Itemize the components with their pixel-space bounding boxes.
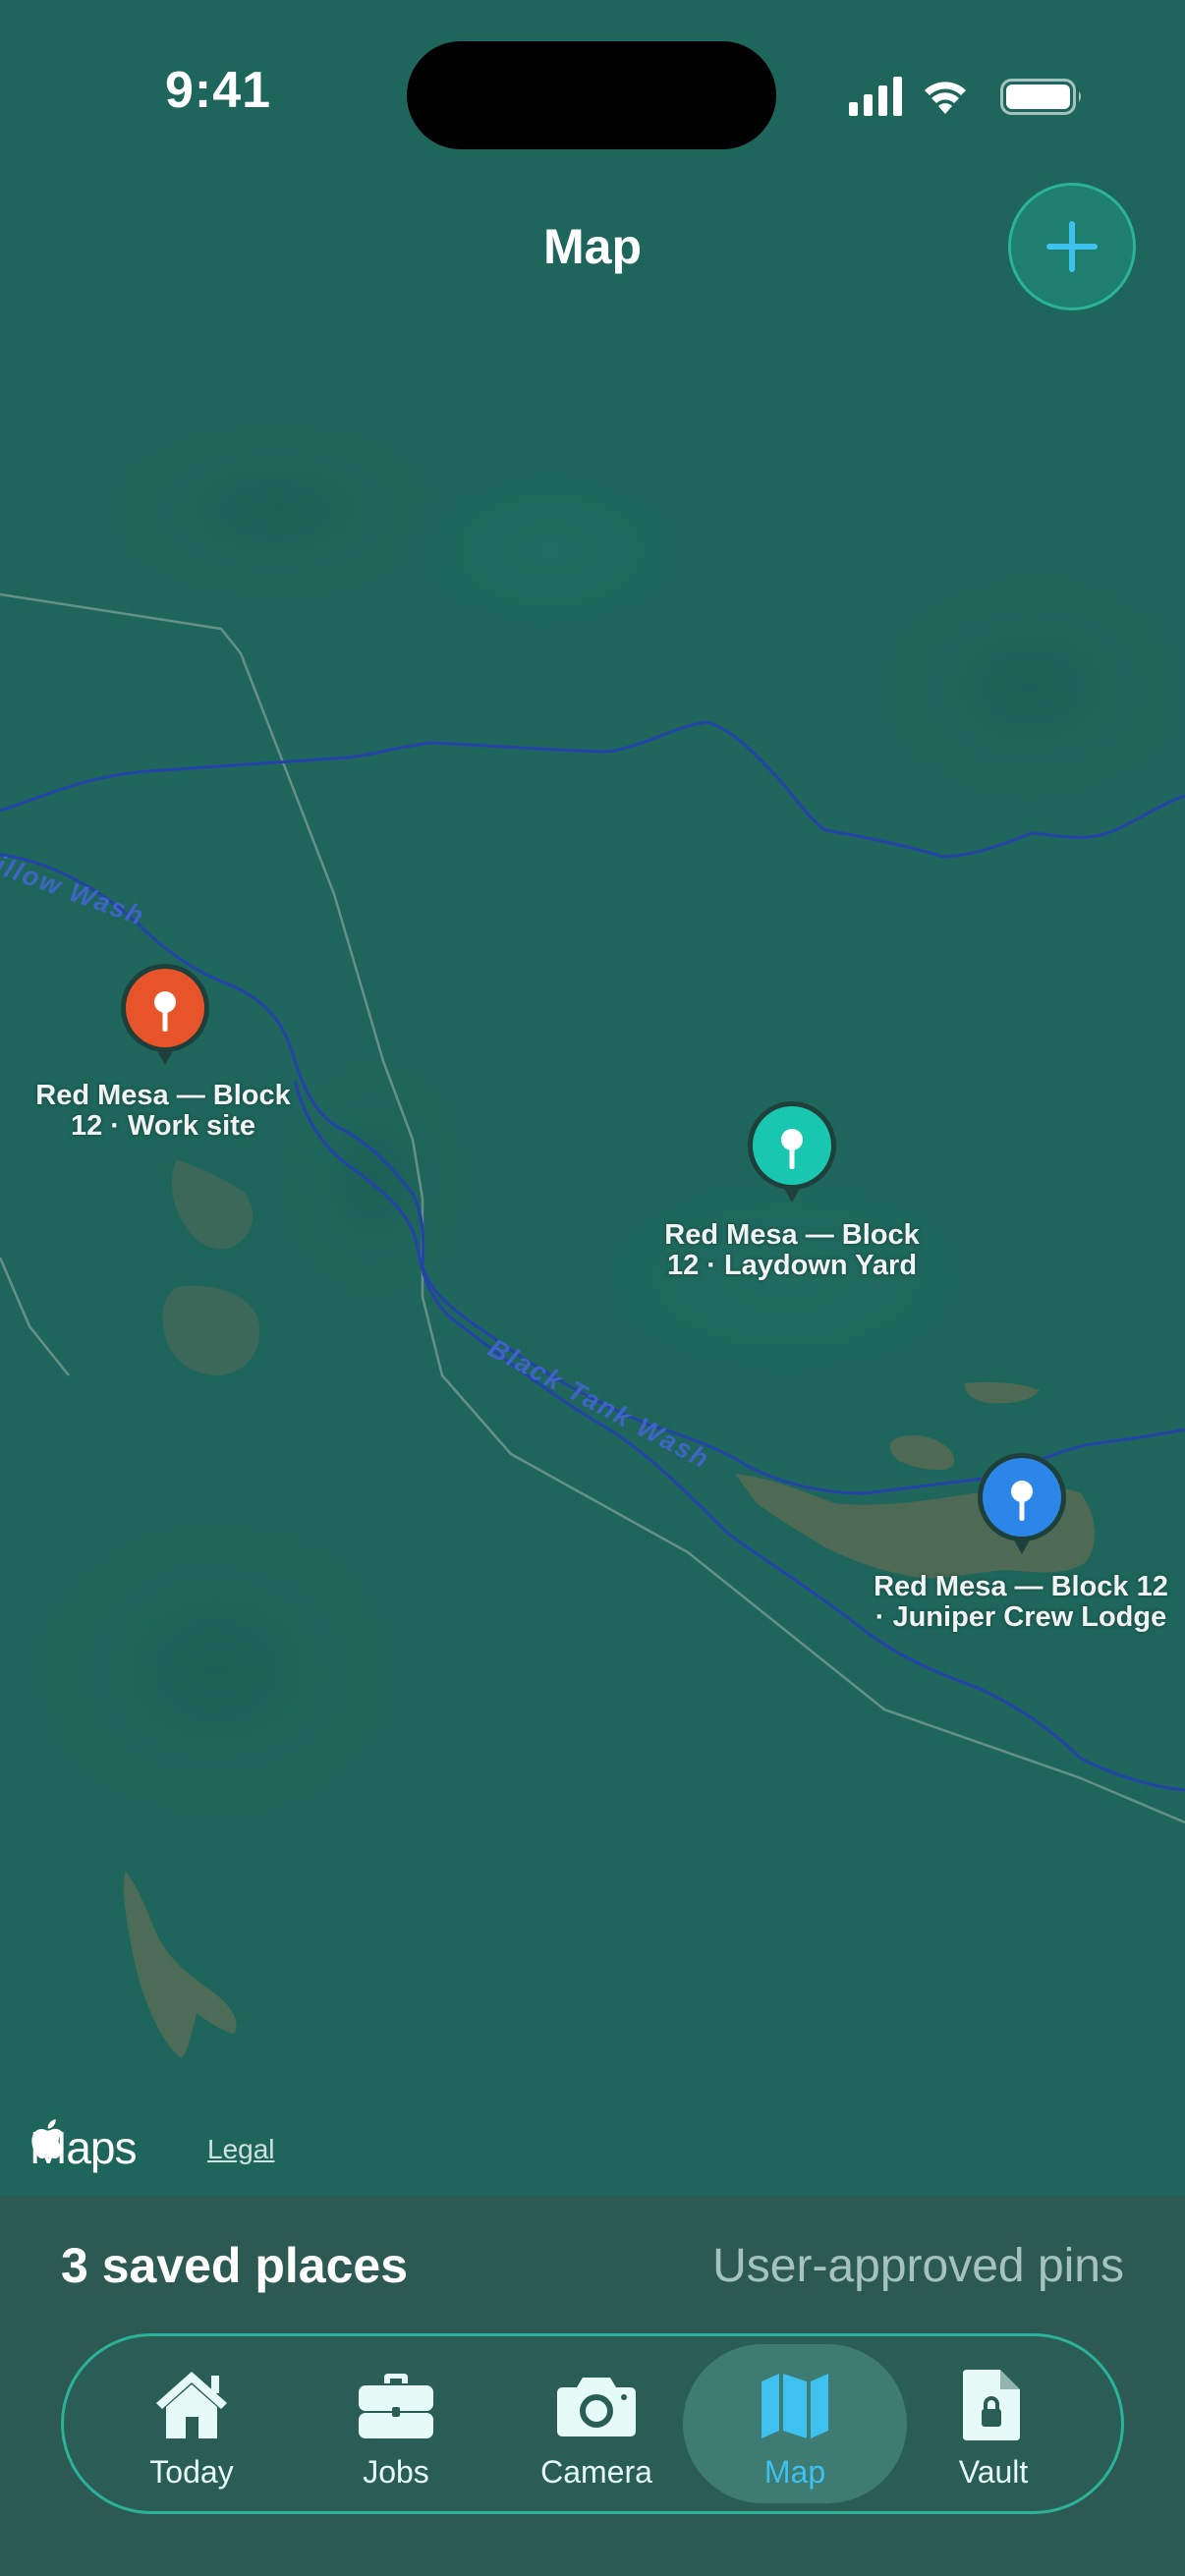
pin-icon <box>978 1453 1066 1554</box>
tab-today[interactable]: Today <box>80 2344 304 2503</box>
pin-label-line: Red Mesa — Block 12 <box>874 1571 1168 1602</box>
camera-icon <box>557 2378 636 2436</box>
map-pin-work-site[interactable] <box>120 963 210 1067</box>
pin-label-line: · Juniper Crew Lodge <box>875 1601 1167 1633</box>
house-icon <box>156 2372 227 2438</box>
pin-label-juniper-crew-lodge: Red Mesa — Block 12 · Juniper Crew Lodge <box>861 1572 1181 1633</box>
cellular-signal-icon <box>849 77 902 116</box>
tab-vault[interactable]: Vault <box>881 2344 1105 2503</box>
pin-icon <box>748 1101 836 1203</box>
tab-label: Map <box>763 2454 826 2490</box>
saved-places-count: 3 saved places <box>61 2238 409 2293</box>
map-pin-laydown-yard[interactable] <box>747 1100 837 1204</box>
plus-icon <box>1046 221 1098 272</box>
pin-label-work-site: Red Mesa — Block 12 · Work site <box>20 1081 307 1142</box>
map-pin-juniper-crew-lodge[interactable] <box>977 1452 1067 1556</box>
tab-map[interactable]: Map <box>683 2344 907 2503</box>
legal-link[interactable]: Legal <box>207 2134 275 2165</box>
apple-logo-icon <box>31 2119 64 2159</box>
briefcase-icon <box>359 2374 433 2438</box>
pin-label-line: 12 · Laydown Yard <box>666 1250 918 1281</box>
status-icons <box>849 77 1081 116</box>
wifi-icon <box>925 82 966 114</box>
map-icon <box>762 2374 828 2438</box>
status-time: 9:41 <box>165 62 272 119</box>
screen: illow Wash Black Tank Wash Red Mesa — Bl… <box>0 0 1185 2576</box>
tab-label: Vault <box>958 2454 1029 2490</box>
dynamic-island <box>407 41 776 149</box>
pins-caption: User-approved pins <box>712 2240 1124 2292</box>
document-lock-icon <box>963 2370 1020 2440</box>
maps-attribution: Maps <box>29 2118 137 2177</box>
bottom-sheet: 3 saved places User-approved pins Today <box>0 2196 1185 2576</box>
tab-camera[interactable]: Camera <box>484 2344 708 2503</box>
tab-label: Jobs <box>363 2454 429 2490</box>
add-place-button[interactable] <box>1008 183 1136 310</box>
pin-label-line: 12 · Work site <box>70 1110 256 1142</box>
battery-icon <box>1000 79 1081 115</box>
pin-icon <box>121 964 209 1065</box>
tab-jobs[interactable]: Jobs <box>284 2344 508 2503</box>
tab-label: Camera <box>540 2454 652 2490</box>
status-bar: 9:41 <box>0 0 1185 187</box>
pin-label-line: Red Mesa — Block <box>664 1219 920 1251</box>
tab-label: Today <box>149 2454 234 2490</box>
pin-label-line: Red Mesa — Block <box>35 1080 291 1111</box>
tab-bar: Today Jobs Camera Map Vault <box>61 2333 1124 2514</box>
pin-label-laydown-yard: Red Mesa — Block 12 · Laydown Yard <box>639 1220 945 1281</box>
map-view[interactable]: illow Wash Black Tank Wash Red Mesa — Bl… <box>0 0 1185 2196</box>
